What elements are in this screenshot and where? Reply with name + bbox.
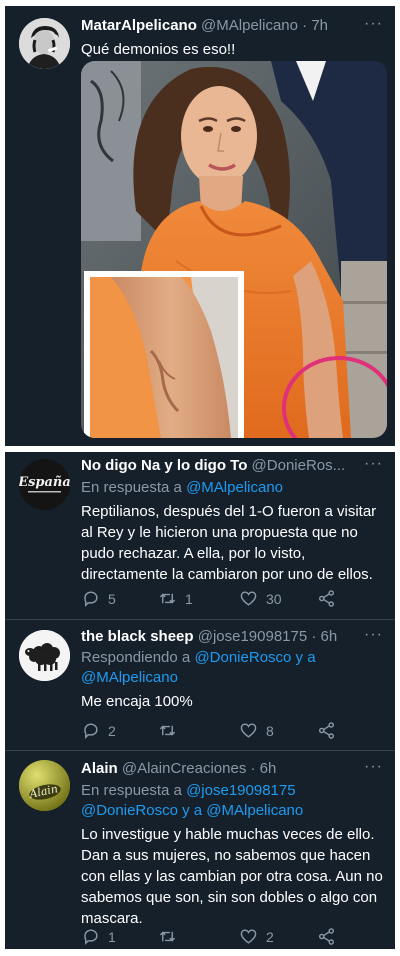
heart-icon (240, 929, 257, 944)
avatar[interactable] (19, 18, 70, 69)
retweet-count: 1 (185, 590, 193, 607)
avatar-logo-icon: Alain (19, 760, 70, 811)
separator-dot: · (302, 17, 308, 34)
reply-join: y a (182, 802, 203, 819)
user-handle[interactable]: @MAlpelicano (201, 17, 298, 34)
reply-button[interactable]: 2 (81, 721, 116, 740)
heart-icon (240, 723, 257, 738)
reply-button[interactable]: 5 (81, 589, 116, 608)
share-button[interactable] (317, 721, 336, 740)
mention-link[interactable]: @MAlpelicano (186, 479, 283, 496)
retweet-icon (159, 725, 176, 736)
more-icon[interactable]: ··· (364, 626, 383, 644)
reply-prefix: En respuesta a (81, 479, 182, 496)
original-tweet-panel: MatarAlpelicano @MAlpelicano · 7h ··· Qu… (5, 6, 395, 446)
reply-tweet[interactable]: España No digo Na y lo digo To @DonieRos… (5, 452, 395, 619)
tweet-header: Alain @AlainCreaciones · 6h (81, 760, 351, 777)
like-count: 30 (266, 590, 282, 607)
photo-image (81, 61, 387, 438)
reply-tweet[interactable]: Alain Alain @AlainCreaciones · 6h ··· En… (5, 751, 395, 949)
like-count: 2 (266, 928, 274, 945)
avatar-sheep-icon (19, 630, 70, 681)
reply-prefix: Respondiendo a (81, 649, 191, 666)
display-name[interactable]: Alain (81, 760, 118, 777)
tweet-text: Reptilianos, después del 1-O fueron a vi… (81, 503, 377, 583)
action-bar: 1 2 (81, 927, 383, 949)
tweet-text: Qué demonios es eso!! (81, 41, 236, 58)
like-button[interactable]: 2 (239, 927, 274, 946)
avatar-logo-text: España (19, 475, 70, 490)
reply-icon (84, 591, 98, 607)
like-button[interactable]: 30 (239, 589, 282, 608)
action-bar: 5 1 30 (81, 589, 383, 613)
reply-join: y a (295, 649, 316, 666)
mention-link[interactable]: @MAlpelicano (206, 802, 303, 819)
like-count: 8 (266, 722, 274, 739)
separator-dot: · (349, 457, 351, 474)
timestamp[interactable]: 7h (311, 17, 328, 34)
separator-dot: · (250, 760, 256, 777)
reply-prefix: En respuesta a (81, 782, 182, 799)
display-name[interactable]: No digo Na y lo digo To (81, 457, 247, 474)
timestamp[interactable]: 6h (321, 628, 338, 645)
retweet-button[interactable] (158, 927, 185, 946)
share-icon (318, 722, 335, 739)
retweet-icon (159, 931, 176, 942)
avatar[interactable]: España (19, 459, 70, 510)
retweet-button[interactable] (158, 721, 185, 740)
mention-link[interactable]: @DonieRosco (81, 802, 178, 819)
tweet[interactable]: MatarAlpelicano @MAlpelicano · 7h ··· Qu… (5, 6, 395, 446)
display-name[interactable]: the black sheep (81, 628, 194, 645)
reply-context: En respuesta a @MAlpelicano (81, 478, 383, 498)
like-button[interactable]: 8 (239, 721, 274, 740)
action-bar: 2 8 (81, 721, 383, 745)
tweet-header: the black sheep @jose19098175 · 6h (81, 628, 351, 645)
avatar[interactable]: Alain (19, 760, 70, 811)
share-button[interactable] (317, 589, 336, 608)
tweet-header: MatarAlpelicano @MAlpelicano · 7h (81, 17, 385, 34)
reply-count: 5 (108, 590, 116, 607)
reply-button[interactable]: 1 (81, 927, 116, 946)
replies-panel: España No digo Na y lo digo To @DonieRos… (5, 452, 395, 949)
reply-count: 1 (108, 928, 116, 945)
reply-icon (84, 929, 98, 945)
separator-dot: · (311, 628, 317, 645)
share-button[interactable] (317, 927, 336, 946)
display-name[interactable]: MatarAlpelicano (81, 17, 197, 34)
reply-count: 2 (108, 722, 116, 739)
mention-link[interactable]: @DonieRosco (194, 649, 291, 666)
avatar-portrait-icon (19, 18, 70, 69)
retweet-button[interactable]: 1 (158, 589, 193, 608)
timestamp[interactable]: 6h (260, 760, 277, 777)
retweet-icon (159, 593, 176, 604)
more-icon[interactable]: ··· (364, 758, 383, 776)
more-icon[interactable]: ··· (364, 455, 383, 473)
reply-tweet[interactable]: the black sheep @jose19098175 · 6h ··· R… (5, 620, 395, 750)
avatar-logo-icon: España (19, 459, 70, 510)
tweet-text: Lo investigue y hable muchas veces de el… (81, 826, 383, 927)
more-icon[interactable]: ··· (364, 15, 383, 33)
tweet-photo[interactable] (81, 61, 387, 438)
reply-context: En respuesta a @jose19098175 @DonieRosco… (81, 781, 383, 821)
tweet-text: Me encaja 100% (81, 693, 193, 710)
share-icon (318, 928, 335, 945)
mention-link[interactable]: @MAlpelicano (81, 669, 178, 686)
user-handle[interactable]: @jose19098175 (198, 628, 307, 645)
mention-link[interactable]: @jose19098175 (186, 782, 295, 799)
reply-context: Respondiendo a @DonieRosco y a @MAlpelic… (81, 648, 383, 688)
avatar[interactable] (19, 630, 70, 681)
share-icon (318, 590, 335, 607)
user-handle[interactable]: @AlainCreaciones (122, 760, 246, 777)
heart-icon (240, 591, 257, 606)
reply-icon (84, 723, 98, 739)
tweet-header: No digo Na y lo digo To @DonieRos... · 7… (81, 457, 351, 474)
user-handle[interactable]: @DonieRos... (252, 457, 346, 474)
